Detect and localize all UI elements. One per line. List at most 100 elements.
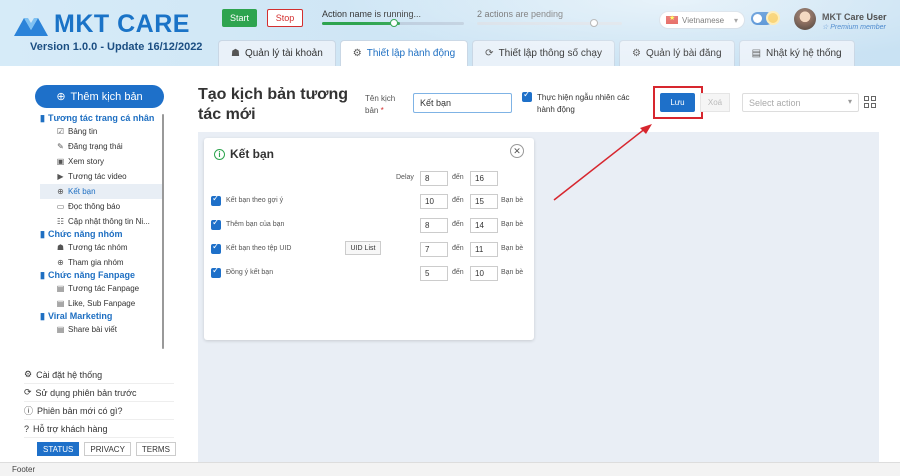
script-tree: ▮ Tương tác trang cá nhân ☑ Bảng tin ✎ Đăn… [40,113,164,337]
action-status: Action name is running... [322,9,422,19]
link-label: Hỗ trợ khách hàng [33,423,108,434]
tree-item-join-group[interactable]: ⊕ Tham gia nhóm [40,255,164,270]
gear-icon: ⚙ [352,48,362,59]
link-label: Sử dụng phiên bản trước [35,387,137,398]
row-label: Kết bạn theo tệp UID [226,245,292,252]
sidebar-scrollbar[interactable] [162,114,164,349]
uid-file-checkbox[interactable] [211,241,221,254]
language-label: Vietnamese [682,15,725,25]
tab-system-log[interactable]: ▤ Nhật ký hệ thống [738,40,855,66]
tab-post-management[interactable]: ⚙ Quản lý bài đăng [618,40,735,66]
link-label: Cài đặt hệ thống [36,369,103,380]
tab-action-setup[interactable]: ⚙ Thiết lập hành động [339,40,469,66]
vietnam-flag-icon [666,14,678,24]
tree-item-share-post[interactable]: ▤ Share bài viết [40,322,164,337]
tree-item-fanpage-interact[interactable]: ▤ Tương tác Fanpage [40,281,164,296]
item-label: Tương tác nhóm [68,243,128,252]
tab-label: Thiết lập hành động [366,48,456,59]
item-label: Like, Sub Fanpage [68,299,136,308]
delete-button[interactable]: Xoá [700,93,730,112]
unit-label: Bạn bè [501,221,524,228]
suggested-friends-checkbox[interactable] [211,193,221,206]
tree-item-view-story[interactable]: ▣ Xem story [40,154,164,169]
suggested-from-input[interactable]: 10 [420,194,448,209]
grid-view-icon[interactable] [863,95,877,109]
video-icon: ▶ [57,172,64,181]
accept-friend-checkbox[interactable] [211,265,221,278]
page-icon: ▤ [56,284,65,293]
tree-item-newsfeed[interactable]: ☑ Bảng tin [40,124,164,139]
action-select[interactable]: Select action ▾ [742,93,859,112]
refresh-icon: ⟳ [24,387,32,397]
uid-to-input[interactable]: 11 [470,242,498,257]
info-icon: i [214,148,225,160]
uid-list-button[interactable]: UID List [345,241,381,255]
main-tabs: ☗ Quản lý tài khoản ⚙ Thiết lập hành độn… [218,40,855,66]
language-select[interactable]: Vietnamese ▾ [659,11,745,29]
uid-from-input[interactable]: 7 [420,242,448,257]
pending-progress-knob [590,19,598,27]
unit-label: Bạn bè [501,269,524,276]
delay-to-input[interactable]: 16 [470,171,498,186]
item-label: Tương tác Fanpage [68,284,140,293]
tab-run-settings[interactable]: ⟳ Thiết lập thông số chạy [472,40,615,66]
theme-toggle[interactable] [751,12,773,25]
running-progress [322,19,464,27]
start-button[interactable]: Start [222,9,257,27]
random-order-checkbox[interactable]: Thực hiện ngẫu nhiên các hành động [522,89,642,116]
fof-from-input[interactable]: 8 [420,218,448,233]
row-label: Thêm bạn của bạn [226,221,285,228]
tab-account-management[interactable]: ☗ Quản lý tài khoản [218,40,336,66]
to-label: đến [452,174,464,181]
tree-item-like-fanpage[interactable]: ▤ Like, Sub Fanpage [40,296,164,311]
system-settings-link[interactable]: ⚙ Cài đặt hệ thống [24,366,174,384]
friends-of-friends-checkbox[interactable] [211,217,221,230]
add-script-label: Thêm kịch bản [70,90,143,103]
accept-to-input[interactable]: 10 [470,266,498,281]
group-fanpage[interactable]: ▮ Chức năng Fanpage [40,270,164,281]
avatar[interactable] [794,8,816,30]
to-label: đến [452,269,464,276]
tree-item-group-interact[interactable]: ☗ Tương tác nhóm [40,240,164,255]
tree-item-add-friend[interactable]: ⊕ Kết bạn [40,184,164,199]
sun-icon [766,11,780,25]
group-viral[interactable]: ▮ Viral Marketing [40,311,164,322]
add-script-button[interactable]: ⊕ Thêm kịch bản [35,85,164,108]
page-title: Tạo kịch bản tương tác mới [198,86,349,123]
tree-item-notifications[interactable]: ▭ Đọc thông báo [40,199,164,214]
tree-item-post-status[interactable]: ✎ Đăng trạng thái [40,139,164,154]
delay-from-input[interactable]: 8 [420,171,448,186]
status-chip[interactable]: STATUS [37,442,80,456]
gear-icon: ⚙ [24,369,33,379]
chart-bars-icon: ▮ [40,229,45,239]
tab-label: Quản lý bài đăng [645,48,722,59]
script-name-label: Tên kịch bản * [365,94,396,115]
privacy-chip[interactable]: PRIVACY [84,442,131,456]
tree-item-video[interactable]: ▶ Tương tác video [40,169,164,184]
help-icon: ⓘ [24,406,34,416]
stop-button[interactable]: Stop [267,9,303,27]
terms-chip[interactable]: TERMS [135,442,176,456]
delay-label: Delay [396,174,414,181]
group-personal[interactable]: ▮ Tương tác trang cá nhân [40,113,164,124]
previous-version-link[interactable]: ⟳ Sử dụng phiên bản trước [24,384,174,402]
group-title: Tương tác trang cá nhân [47,113,155,123]
whats-new-link[interactable]: ⓘ Phiên bản mới có gì? [24,402,174,420]
header: MKT CARE Version 1.0.0 - Update 16/12/20… [0,0,900,66]
support-link[interactable]: ? Hỗ trợ khách hàng [24,420,174,438]
tree-item-update-info[interactable]: ☷ Cập nhật thông tin Ni... [40,214,164,229]
fof-to-input[interactable]: 14 [470,218,498,233]
chart-bars-icon: ▮ [40,113,45,123]
page-icon: ▤ [56,299,65,308]
tab-label: Quản lý tài khoản [244,48,323,59]
to-label: đến [452,245,464,252]
item-label: Cập nhật thông tin Ni... [68,217,150,226]
close-icon[interactable]: ✕ [510,144,524,158]
script-name-input[interactable]: Kết bạn [413,93,512,113]
suggested-to-input[interactable]: 15 [470,194,498,209]
group-groups[interactable]: ▮ Chức năng nhóm [40,229,164,240]
accept-from-input[interactable]: 5 [420,266,448,281]
edit-icon: ✎ [57,142,64,151]
chart-bars-icon: ▮ [40,270,45,280]
sidebar-links: ⚙ Cài đặt hệ thống ⟳ Sử dụng phiên bản trư… [24,366,174,438]
